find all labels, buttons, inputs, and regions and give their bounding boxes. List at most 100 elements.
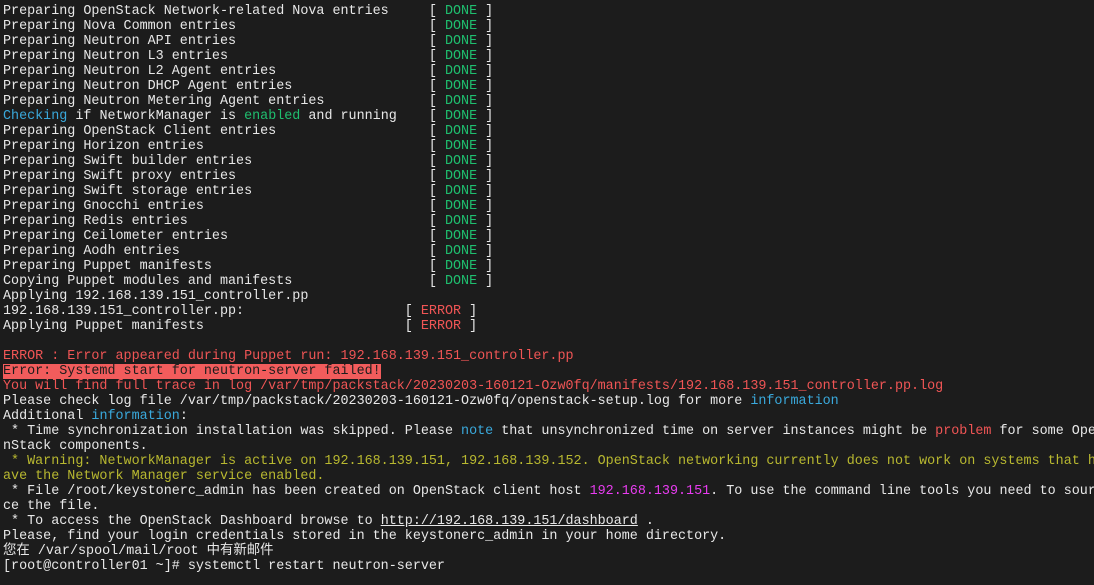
bracket: ] (477, 124, 494, 139)
bracket: ] (477, 199, 494, 214)
line-text: ce the file. (3, 499, 100, 514)
bracket: ] (477, 229, 494, 244)
bracket: ] (477, 184, 494, 199)
terminal-output[interactable]: Preparing OpenStack Network-related Nova… (0, 0, 1094, 574)
status-done: DONE (444, 169, 478, 184)
bracket: [ (228, 229, 445, 244)
bracket: [ (324, 94, 445, 109)
line-text: Applying 192.168.139.151_controller.pp (3, 289, 309, 304)
status-line: Preparing Neutron L2 Agent entries [ DON… (3, 64, 1094, 79)
line-text: Preparing Swift builder entries (3, 154, 253, 169)
status-line: Applying 192.168.139.151_controller.pp (3, 289, 1094, 304)
bracket: ] (461, 304, 478, 319)
line-text: Checking (3, 109, 68, 124)
status-done: DONE (444, 154, 478, 169)
line-text: * File /root/keystonerc_admin has been c… (3, 484, 590, 499)
status-line: Preparing Neutron Metering Agent entries… (3, 94, 1094, 109)
line-text: Preparing Gnocchi entries (3, 199, 204, 214)
line-text: information (750, 394, 839, 409)
status-done: DONE (444, 274, 478, 289)
bracket: ] (477, 154, 494, 169)
bracket: ] (477, 109, 494, 124)
line-text: Preparing Ceilometer entries (3, 229, 228, 244)
dashboard-link[interactable]: http://192.168.139.151/dashboard (381, 514, 638, 529)
bracket: ] (477, 49, 494, 64)
output-line: ce the file. (3, 499, 1094, 514)
status-done: DONE (445, 109, 478, 124)
bracket: ] (477, 19, 494, 34)
status-error: ERROR (420, 319, 462, 334)
line-text: Please check log file /var/tmp/packstack… (3, 394, 751, 409)
status-line: Preparing Swift proxy entries [ DONE ] (3, 169, 1094, 184)
output-line: Additional information: (3, 409, 1094, 424)
bracket: [ (252, 184, 445, 199)
status-line: Checking if NetworkManager is enabled an… (3, 109, 1094, 124)
bracket: ] (477, 34, 494, 49)
bracket: ] (477, 94, 494, 109)
status-line: Preparing Neutron L3 entries [ DONE ] (3, 49, 1094, 64)
line-text: problem (935, 424, 992, 439)
status-line: Preparing Swift builder entries [ DONE ] (3, 154, 1094, 169)
line-text: Preparing Nova Common entries (3, 19, 237, 34)
line-text: . (637, 514, 654, 529)
line-text: * Time synchronization installation was … (3, 424, 462, 439)
status-done: DONE (444, 139, 478, 154)
line-text: Preparing Neutron API entries (3, 34, 237, 49)
status-done: DONE (444, 229, 478, 244)
line-text: 192.168.139.151 (589, 484, 711, 499)
bracket: [ (276, 64, 445, 79)
status-done: DONE (444, 4, 478, 19)
status-line: Preparing Swift storage entries [ DONE ] (3, 184, 1094, 199)
line-text: Preparing Neutron L3 entries (3, 49, 228, 64)
line-text: Applying Puppet manifests (3, 319, 204, 334)
status-line: Preparing Neutron API entries [ DONE ] (3, 34, 1094, 49)
bracket: [ (292, 79, 445, 94)
line-text: Preparing Horizon entries (3, 139, 204, 154)
line-text: Preparing Neutron DHCP Agent entries (3, 79, 293, 94)
line-text: information (91, 409, 180, 424)
bracket: ] (477, 244, 494, 259)
bracket: [ (292, 274, 445, 289)
command-prompt-line: [root@controller01 ~]# systemctl restart… (3, 559, 1094, 574)
output-line: 您在 /var/spool/mail/root 中有新邮件 (3, 544, 1094, 559)
bracket: [ (203, 319, 421, 334)
status-line: 192.168.139.151_controller.pp: [ ERROR ] (3, 304, 1094, 319)
output-line: * To access the OpenStack Dashboard brow… (3, 514, 1094, 529)
status-done: DONE (444, 199, 478, 214)
bracket: [ (203, 139, 445, 154)
status-line: Preparing Aodh entries [ DONE ] (3, 244, 1094, 259)
line-text: You will find full trace in log /var/tmp… (3, 379, 944, 394)
bracket: [ (187, 214, 445, 229)
output-line: ERROR : Error appeared during Puppet run… (3, 349, 1094, 364)
line-text: Preparing Neutron L2 Agent entries (3, 64, 277, 79)
bracket: [ (276, 124, 445, 139)
line-text: note (461, 424, 494, 439)
status-done: DONE (444, 64, 478, 79)
line-text: . To use the command line tools you need… (710, 484, 1094, 499)
line-text: and running (300, 109, 397, 124)
shell-prompt[interactable]: [root@controller01 ~]# systemctl restart… (3, 559, 445, 574)
status-line: Preparing Gnocchi entries [ DONE ] (3, 199, 1094, 214)
bracket: ] (461, 319, 478, 334)
error-highlight: Error: Systemd start for neutron-server … (3, 364, 381, 379)
line-text: ERROR : Error appeared during Puppet run… (3, 349, 574, 364)
bracket: [ (236, 34, 445, 49)
bracket: [ (252, 154, 445, 169)
output-line: Error: Systemd start for neutron-server … (3, 364, 1094, 379)
line-text: nStack components. (3, 439, 148, 454)
line-text: Preparing OpenStack Network-related Nova… (3, 4, 389, 19)
line-text: for some Ope (991, 424, 1094, 439)
line-text: Preparing Aodh entries (3, 244, 180, 259)
line-text: Copying Puppet modules and manifests (3, 274, 293, 289)
status-done: DONE (444, 94, 478, 109)
bracket: [ (236, 169, 445, 184)
status-done: DONE (444, 34, 478, 49)
line-text: * Warning: NetworkManager is active on 1… (3, 454, 1094, 469)
line-text: enabled (244, 109, 301, 124)
bracket: ] (477, 139, 494, 154)
output-line: You will find full trace in log /var/tmp… (3, 379, 1094, 394)
line-text: ave the Network Manager service enabled. (3, 469, 325, 484)
bracket: [ (236, 19, 445, 34)
bracket: ] (477, 64, 494, 79)
status-line: Applying Puppet manifests [ ERROR ] (3, 319, 1094, 334)
